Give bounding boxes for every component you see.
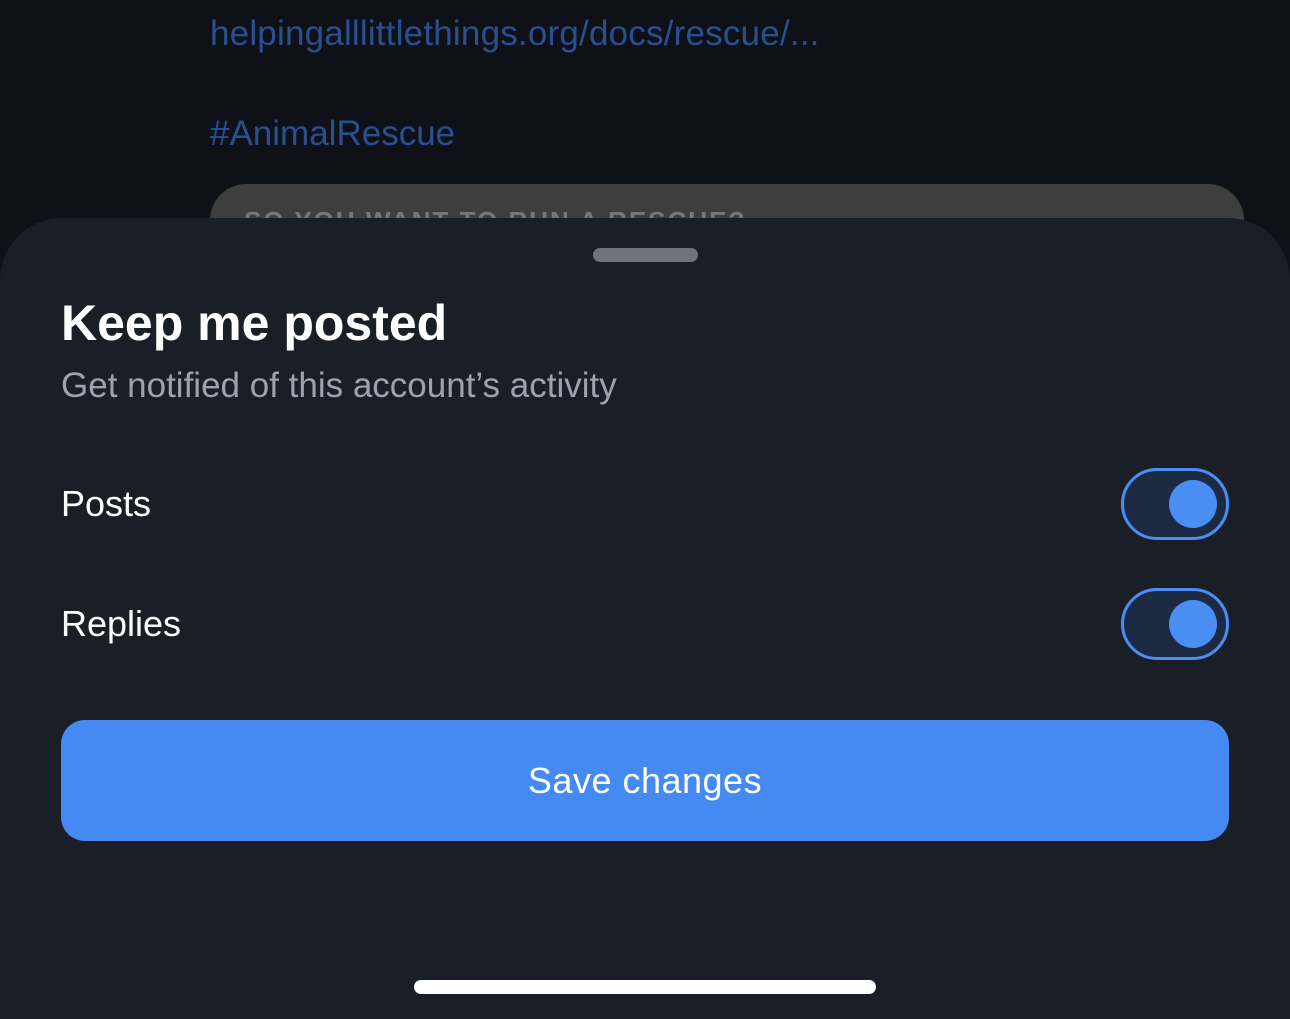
- posts-label: Posts: [61, 483, 152, 524]
- replies-label: Replies: [61, 603, 182, 644]
- posts-setting-row: Posts: [61, 468, 1229, 540]
- post-link[interactable]: helpingalllittlethings.org/docs/rescue/.…: [210, 14, 820, 54]
- sheet-subtitle: Get notified of this account’s activity: [61, 366, 617, 405]
- toggle-knob: [1169, 480, 1217, 528]
- sheet-grabber-handle[interactable]: [593, 248, 698, 262]
- home-indicator[interactable]: [414, 980, 876, 994]
- toggle-knob: [1169, 600, 1217, 648]
- save-changes-button[interactable]: Save changes: [61, 720, 1229, 841]
- posts-toggle[interactable]: [1121, 468, 1229, 540]
- post-hashtag[interactable]: #AnimalRescue: [210, 114, 455, 154]
- replies-setting-row: Replies: [61, 588, 1229, 660]
- replies-toggle[interactable]: [1121, 588, 1229, 660]
- notification-bottom-sheet: Keep me posted Get notified of this acco…: [0, 218, 1290, 1019]
- sheet-title: Keep me posted: [61, 295, 448, 351]
- app-screen: helpingalllittlethings.org/docs/rescue/.…: [0, 0, 1290, 1019]
